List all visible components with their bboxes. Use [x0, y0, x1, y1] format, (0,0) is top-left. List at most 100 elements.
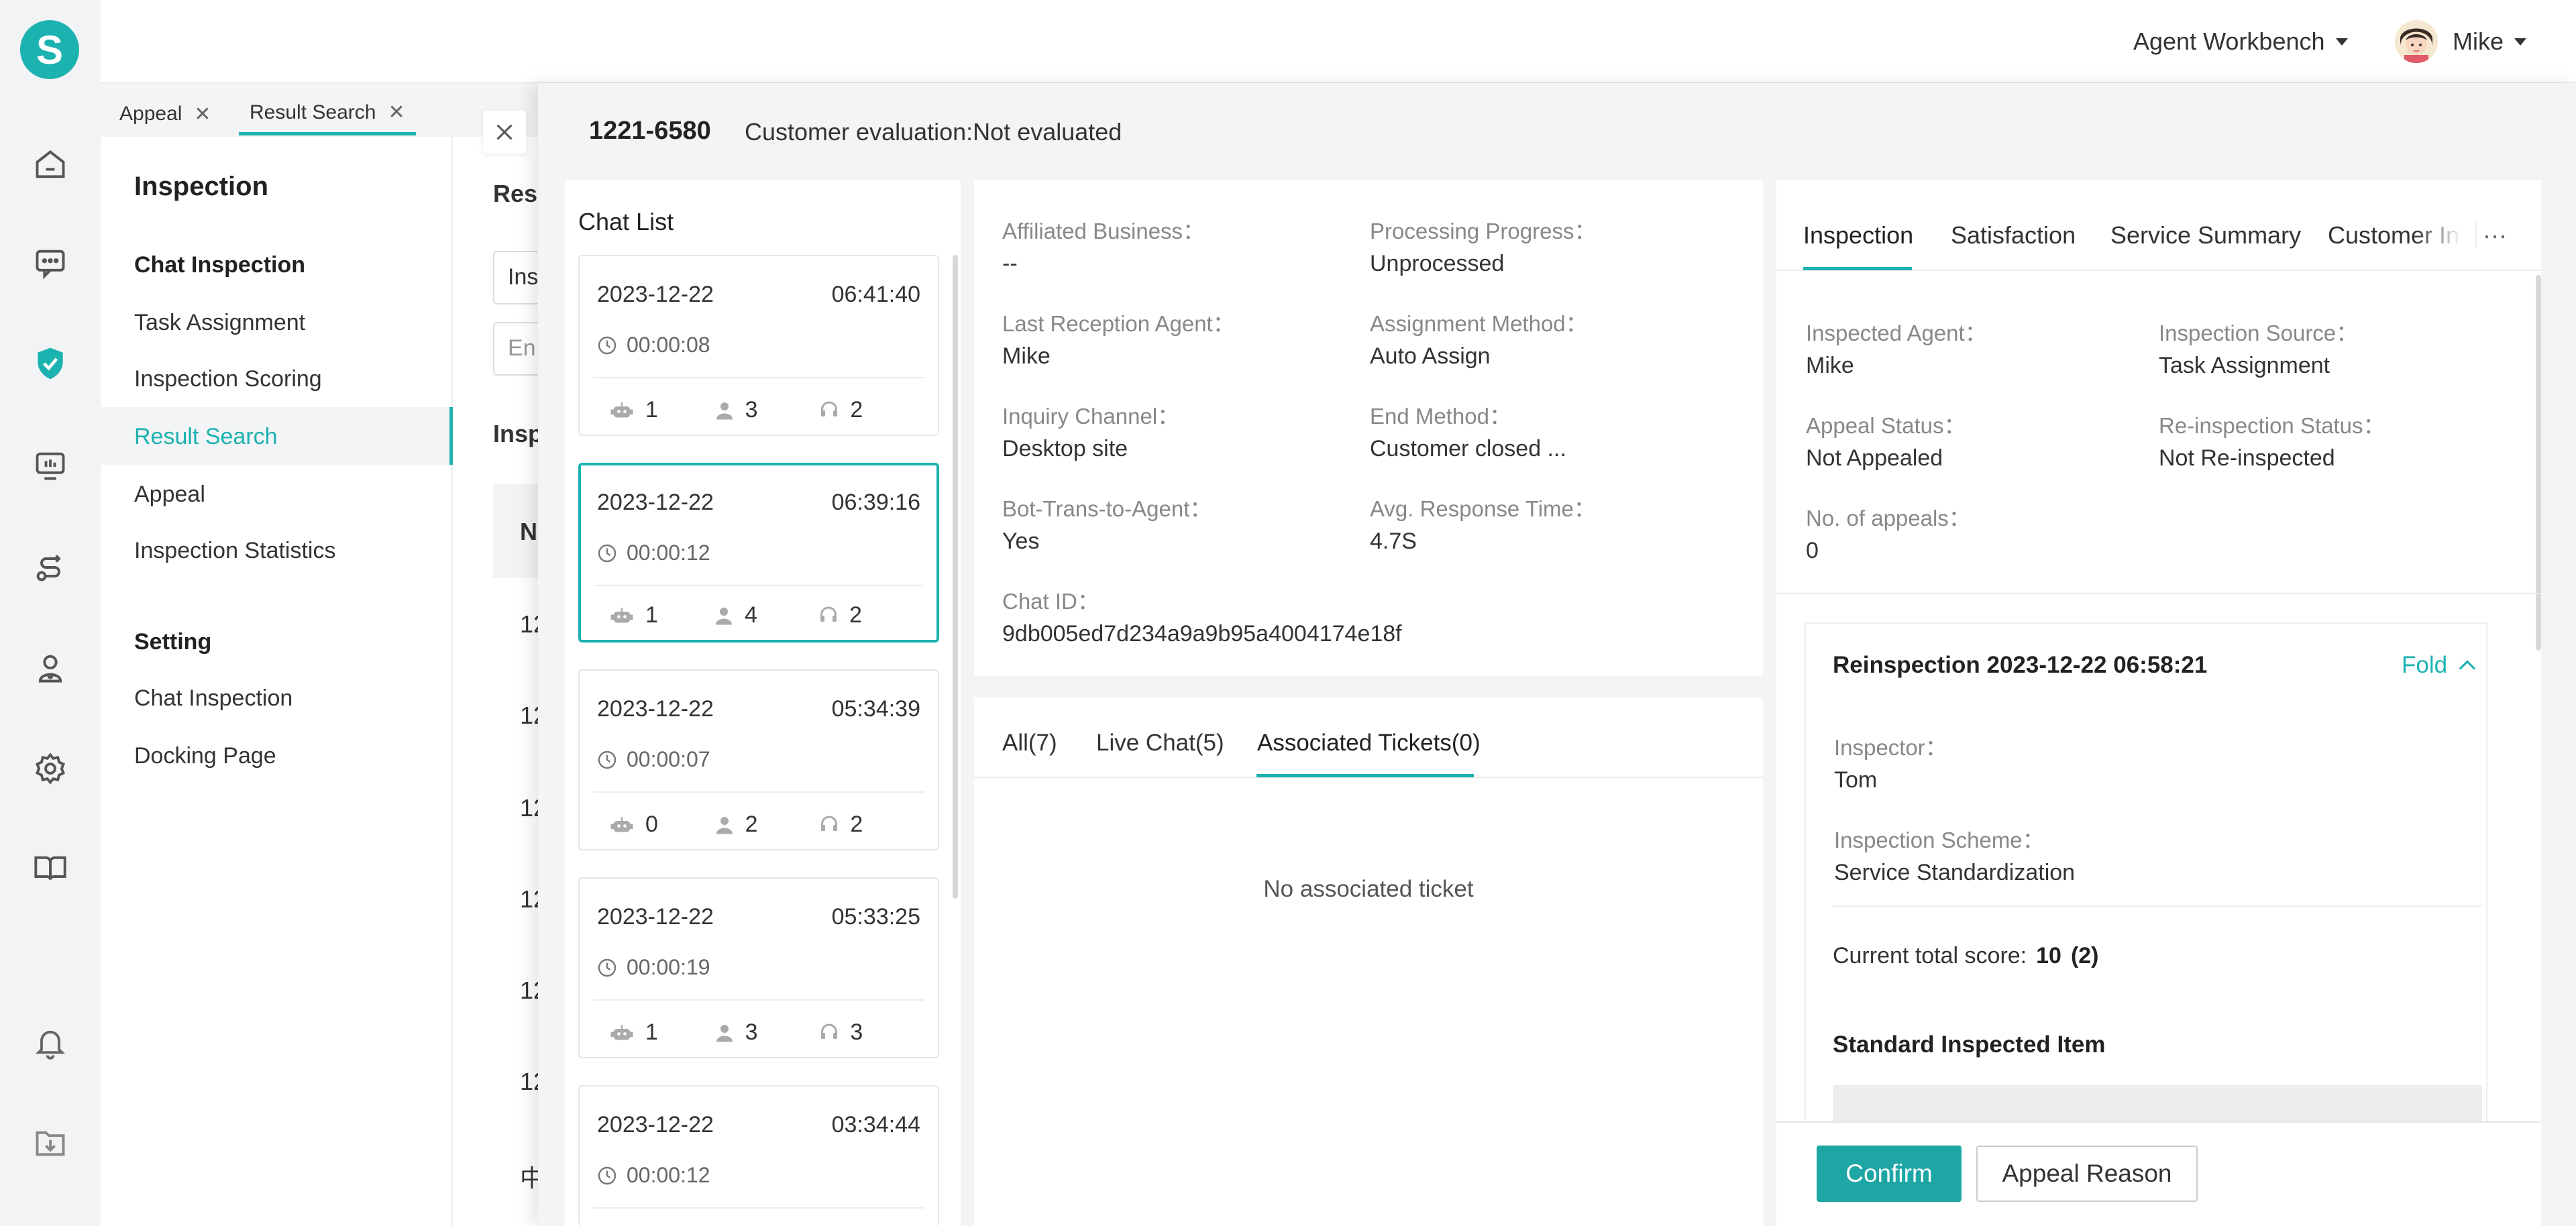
chat-card[interactable]: 2023-12-22 05:33:25 00:00:19 1 3 3	[578, 877, 939, 1058]
chat-time: 06:41:40	[831, 282, 920, 307]
sidebar-item-appeal[interactable]: Appeal	[134, 482, 205, 508]
sidebar-item-inspection-statistics[interactable]: Inspection Statistics	[134, 538, 335, 564]
tab-label: Result Search	[250, 101, 376, 123]
tab-all[interactable]: All(7)	[1002, 730, 1057, 757]
chat-date: 2023-12-22	[597, 1112, 714, 1137]
more-tabs-button[interactable]: ···	[2475, 221, 2513, 249]
agent-icon[interactable]	[30, 648, 70, 688]
chat-duration: 00:00:12	[597, 541, 710, 565]
tab-overflow-fade	[2415, 215, 2462, 262]
chat-date: 2023-12-22	[597, 696, 714, 722]
tab-label: Appeal	[119, 103, 182, 125]
appeal-status-value: Not Appealed	[1806, 445, 1943, 471]
workbench-dropdown[interactable]: Agent Workbench	[2133, 27, 2348, 56]
tab-associated-tickets[interactable]: Associated Tickets(0)	[1257, 730, 1481, 757]
last-agent-value: Mike	[1002, 343, 1051, 369]
robot-icon	[610, 607, 633, 622]
chat-card-selected[interactable]: 2023-12-22 06:39:16 00:00:12 1 4 2	[578, 463, 939, 643]
appeal-reason-button[interactable]: Appeal Reason	[1976, 1146, 2198, 1202]
route-icon[interactable]	[30, 547, 70, 588]
tab-result-search[interactable]: Result Search ✕	[239, 93, 416, 135]
visitor-count: 2	[714, 812, 820, 838]
last-agent-label: Last Reception Agent：	[1002, 311, 1235, 336]
close-icon[interactable]: ✕	[194, 103, 211, 126]
chat-date: 2023-12-22	[597, 904, 714, 930]
headset-icon	[821, 816, 838, 831]
inspection-panel-scrollbar[interactable]	[2536, 275, 2541, 651]
appeals-count-label: No. of appeals：	[1806, 506, 1971, 531]
workbench-label: Agent Workbench	[2133, 27, 2325, 55]
chat-icon[interactable]	[30, 243, 70, 283]
conversation-id: 1221-6580	[589, 117, 711, 145]
app-logo[interactable]: S	[20, 20, 79, 79]
active-tab-indicator	[1803, 267, 1912, 270]
reinspection-title: Reinspection 2023-12-22 06:58:21	[1833, 652, 2208, 678]
processing-progress-value: Unprocessed	[1370, 251, 1505, 276]
chat-card[interactable]: 2023-12-22 05:34:39 00:00:07 0 2 2	[578, 669, 939, 850]
total-score: Current total score: 10 (2)	[1833, 943, 2099, 969]
chat-list-scrollbar[interactable]	[953, 255, 958, 899]
inspection-scheme-label: Inspection Scheme：	[1834, 828, 2045, 852]
settings-icon[interactable]	[30, 748, 70, 789]
bot-count: 1	[609, 397, 714, 423]
confirm-button[interactable]: Confirm	[1817, 1146, 1962, 1202]
inspector-value: Tom	[1834, 767, 1878, 793]
tab-appeal[interactable]: Appeal ✕	[109, 93, 222, 135]
sidebar-section-setting: Setting	[134, 629, 212, 655]
clock-icon	[598, 544, 616, 562]
inspection-shield-icon[interactable]	[30, 343, 70, 384]
reinspection-status-value: Not Re-inspected	[2159, 445, 2335, 471]
sidebar-item-chat-inspection-setting[interactable]: Chat Inspection	[134, 685, 292, 712]
chevron-down-icon	[2335, 38, 2348, 46]
chat-card[interactable]: 2023-12-22 03:34:44 00:00:12	[578, 1085, 939, 1226]
monitor-icon[interactable]	[30, 445, 70, 486]
active-tab-indicator	[1256, 774, 1474, 777]
bell-icon[interactable]	[30, 1022, 70, 1062]
fold-button[interactable]: Fold	[2402, 652, 2477, 679]
sidebar-item-result-search[interactable]: Result Search	[134, 424, 278, 450]
visitor-count: 3	[714, 397, 820, 423]
clock-icon	[598, 1166, 616, 1184]
score-label: Current total score:	[1833, 943, 2027, 968]
book-icon[interactable]	[30, 848, 70, 888]
sidebar-item-docking-page[interactable]: Docking Page	[134, 743, 276, 769]
chat-id-value: 9db005ed7d234a9a9b95a4004174e18f	[1002, 621, 1402, 647]
tab-satisfaction[interactable]: Satisfaction	[1951, 221, 2076, 249]
tab-live-chat[interactable]: Live Chat(5)	[1096, 730, 1224, 757]
visitor-count: 3	[714, 1019, 820, 1046]
tab-inspection[interactable]: Inspection	[1803, 221, 1913, 249]
user-menu[interactable]: Mike	[2453, 27, 2527, 56]
inspected-agent-label: Inspected Agent：	[1806, 321, 1987, 345]
appeal-status-label: Appeal Status：	[1806, 413, 1966, 438]
divider	[1833, 905, 2482, 907]
score-count: (2)	[2070, 943, 2099, 968]
chevron-up-icon	[2459, 660, 2476, 670]
sidebar-item-task-assignment[interactable]: Task Assignment	[134, 310, 305, 336]
sidebar-section-chat-inspection: Chat Inspection	[134, 252, 306, 278]
user-icon	[716, 816, 733, 834]
download-icon[interactable]	[30, 1123, 70, 1163]
avg-response-label: Avg. Response Time：	[1370, 496, 1596, 521]
chat-time: 05:33:25	[831, 904, 920, 930]
tab-service-summary[interactable]: Service Summary	[2110, 221, 2301, 249]
chat-time: 05:34:39	[831, 696, 920, 722]
avatar[interactable]	[2395, 20, 2438, 63]
empty-state-text: No associated ticket	[1263, 876, 1474, 902]
chat-duration: 00:00:19	[597, 955, 710, 980]
assignment-method-label: Assignment Method：	[1370, 311, 1588, 336]
chat-time: 06:39:16	[831, 490, 920, 515]
bot-count: 1	[609, 1019, 714, 1046]
divider	[1776, 593, 2541, 594]
chat-card[interactable]: 2023-12-22 06:41:40 00:00:08 1 3 2	[578, 255, 939, 436]
chat-list-title: Chat List	[578, 208, 674, 235]
agent-count: 2	[819, 812, 924, 838]
close-drawer-button[interactable]	[483, 111, 526, 154]
chat-id-label: Chat ID：	[1002, 589, 1099, 614]
standard-item-table-header	[1833, 1085, 2482, 1125]
close-icon[interactable]: ✕	[388, 101, 405, 124]
sidebar-item-inspection-scoring[interactable]: Inspection Scoring	[134, 366, 322, 392]
home-icon[interactable]	[30, 145, 70, 185]
inspection-scheme-value: Service Standardization	[1834, 860, 2076, 885]
user-icon	[716, 402, 733, 419]
chat-time: 03:34:44	[831, 1112, 920, 1137]
